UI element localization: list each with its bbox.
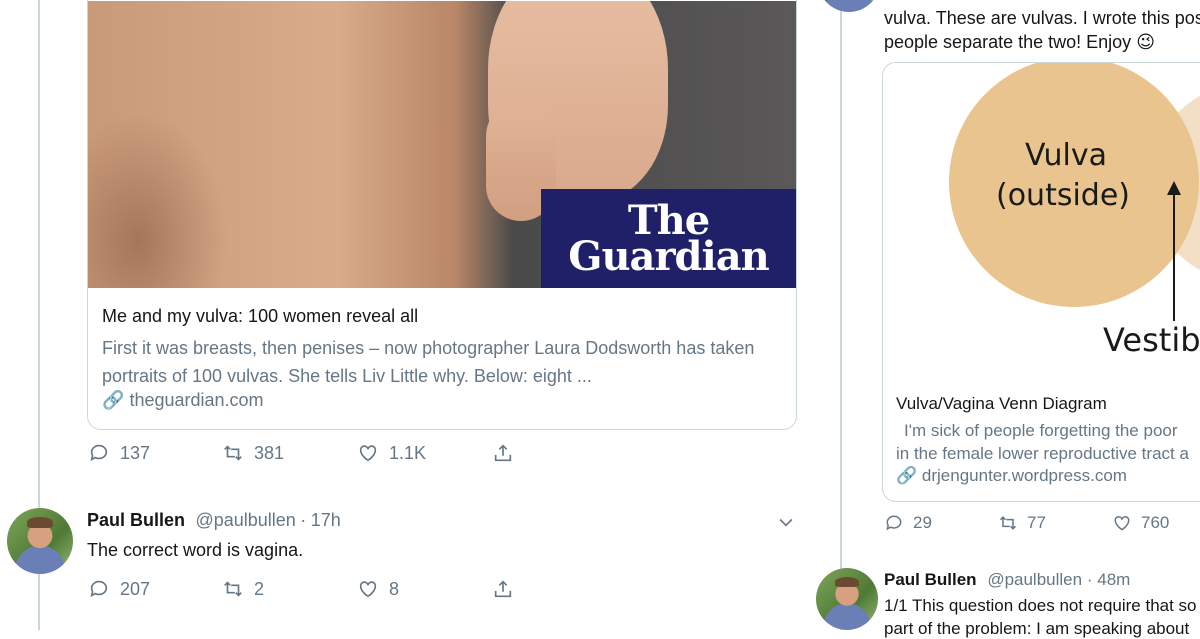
- retweet-icon: [224, 581, 242, 597]
- separator: ·: [1086, 570, 1093, 589]
- user-handle[interactable]: @paulbullen: [987, 570, 1082, 589]
- share-button[interactable]: [492, 578, 514, 600]
- card-photo: The Guardian: [88, 1, 796, 288]
- like-button[interactable]: 760: [1112, 513, 1169, 533]
- timestamp[interactable]: 48m: [1097, 570, 1130, 589]
- retweet-button[interactable]: 2: [222, 578, 264, 600]
- wink-emoji-icon: 😉: [1136, 32, 1155, 52]
- reply-button[interactable]: 207: [88, 578, 150, 600]
- heart-icon: [1114, 515, 1130, 531]
- retweet-button[interactable]: 381: [222, 442, 284, 464]
- venn-label: (outside): [996, 178, 1131, 213]
- like-button[interactable]: 1.1K: [357, 442, 426, 464]
- avatar[interactable]: [7, 508, 73, 574]
- venn-label: Vestib: [1103, 321, 1200, 359]
- tweet-text-line: vulva. These are vulvas. I wrote this po…: [884, 8, 1200, 28]
- tweet-text-line: part of the problem: I am speaking about: [884, 619, 1190, 638]
- timestamp[interactable]: 17h: [311, 510, 341, 530]
- venn-link-card[interactable]: Vulva (outside) Vestib Vulva/Vagina Venn…: [882, 62, 1200, 502]
- tweet-text-line: people separate the two! Enjoy 😉: [884, 32, 1155, 52]
- card-description: I'm sick of people forgetting the poor i…: [896, 421, 1189, 463]
- tweet-actions: 29 77 760: [880, 513, 1200, 539]
- heart-icon: [359, 581, 377, 598]
- like-button[interactable]: 8: [357, 578, 399, 600]
- retweet-icon: [999, 516, 1017, 530]
- retweet-icon: [224, 445, 242, 461]
- thread-line-right: [840, 0, 842, 630]
- guardian-logo: The Guardian: [541, 189, 796, 288]
- share-button[interactable]: [492, 442, 514, 464]
- reply-icon: [90, 580, 108, 597]
- tweet-actions: 137 381 1.1K: [0, 442, 560, 470]
- card-description: First it was breasts, then penises – now…: [102, 338, 755, 386]
- user-name[interactable]: Paul Bullen: [884, 570, 977, 589]
- reply-icon: [886, 515, 902, 531]
- tweet-text-line: 1/1 This question does not require that …: [884, 596, 1197, 615]
- guardian-link-card[interactable]: The Guardian Me and my vulva: 100 women …: [87, 0, 797, 430]
- card-link[interactable]: 🔗 drjengunter.wordpress.com: [896, 466, 1127, 486]
- reply-button[interactable]: 137: [88, 442, 150, 464]
- card-title: Vulva/Vagina Venn Diagram: [896, 394, 1107, 413]
- reply-icon: [90, 444, 108, 461]
- share-icon: [494, 580, 512, 598]
- venn-label: Vulva: [1025, 138, 1107, 173]
- link-icon: 🔗: [896, 466, 918, 485]
- reply-header: Paul Bullen @paulbullen · 17h: [87, 510, 341, 531]
- link-icon: 🔗: [102, 390, 125, 410]
- user-handle[interactable]: @paulbullen: [195, 510, 295, 530]
- tweet-text: The correct word is vagina.: [87, 540, 304, 560]
- user-name[interactable]: Paul Bullen: [87, 510, 185, 530]
- chevron-down-icon[interactable]: [776, 512, 796, 537]
- reply-actions: 207 2 8: [0, 578, 560, 606]
- separator: ·: [300, 510, 307, 530]
- retweet-button[interactable]: 77: [998, 513, 1046, 533]
- venn-diagram-image: Vulva (outside) Vestib: [883, 63, 1200, 381]
- reply-header: Paul Bullen @paulbullen · 48m: [884, 570, 1130, 590]
- reply-button[interactable]: 29: [884, 513, 932, 533]
- card-title: Me and my vulva: 100 women reveal all: [102, 306, 419, 326]
- card-link[interactable]: 🔗 theguardian.com: [102, 390, 264, 411]
- heart-icon: [359, 445, 377, 462]
- share-icon: [494, 444, 512, 462]
- avatar[interactable]: [816, 568, 878, 630]
- avatar[interactable]: [818, 0, 880, 12]
